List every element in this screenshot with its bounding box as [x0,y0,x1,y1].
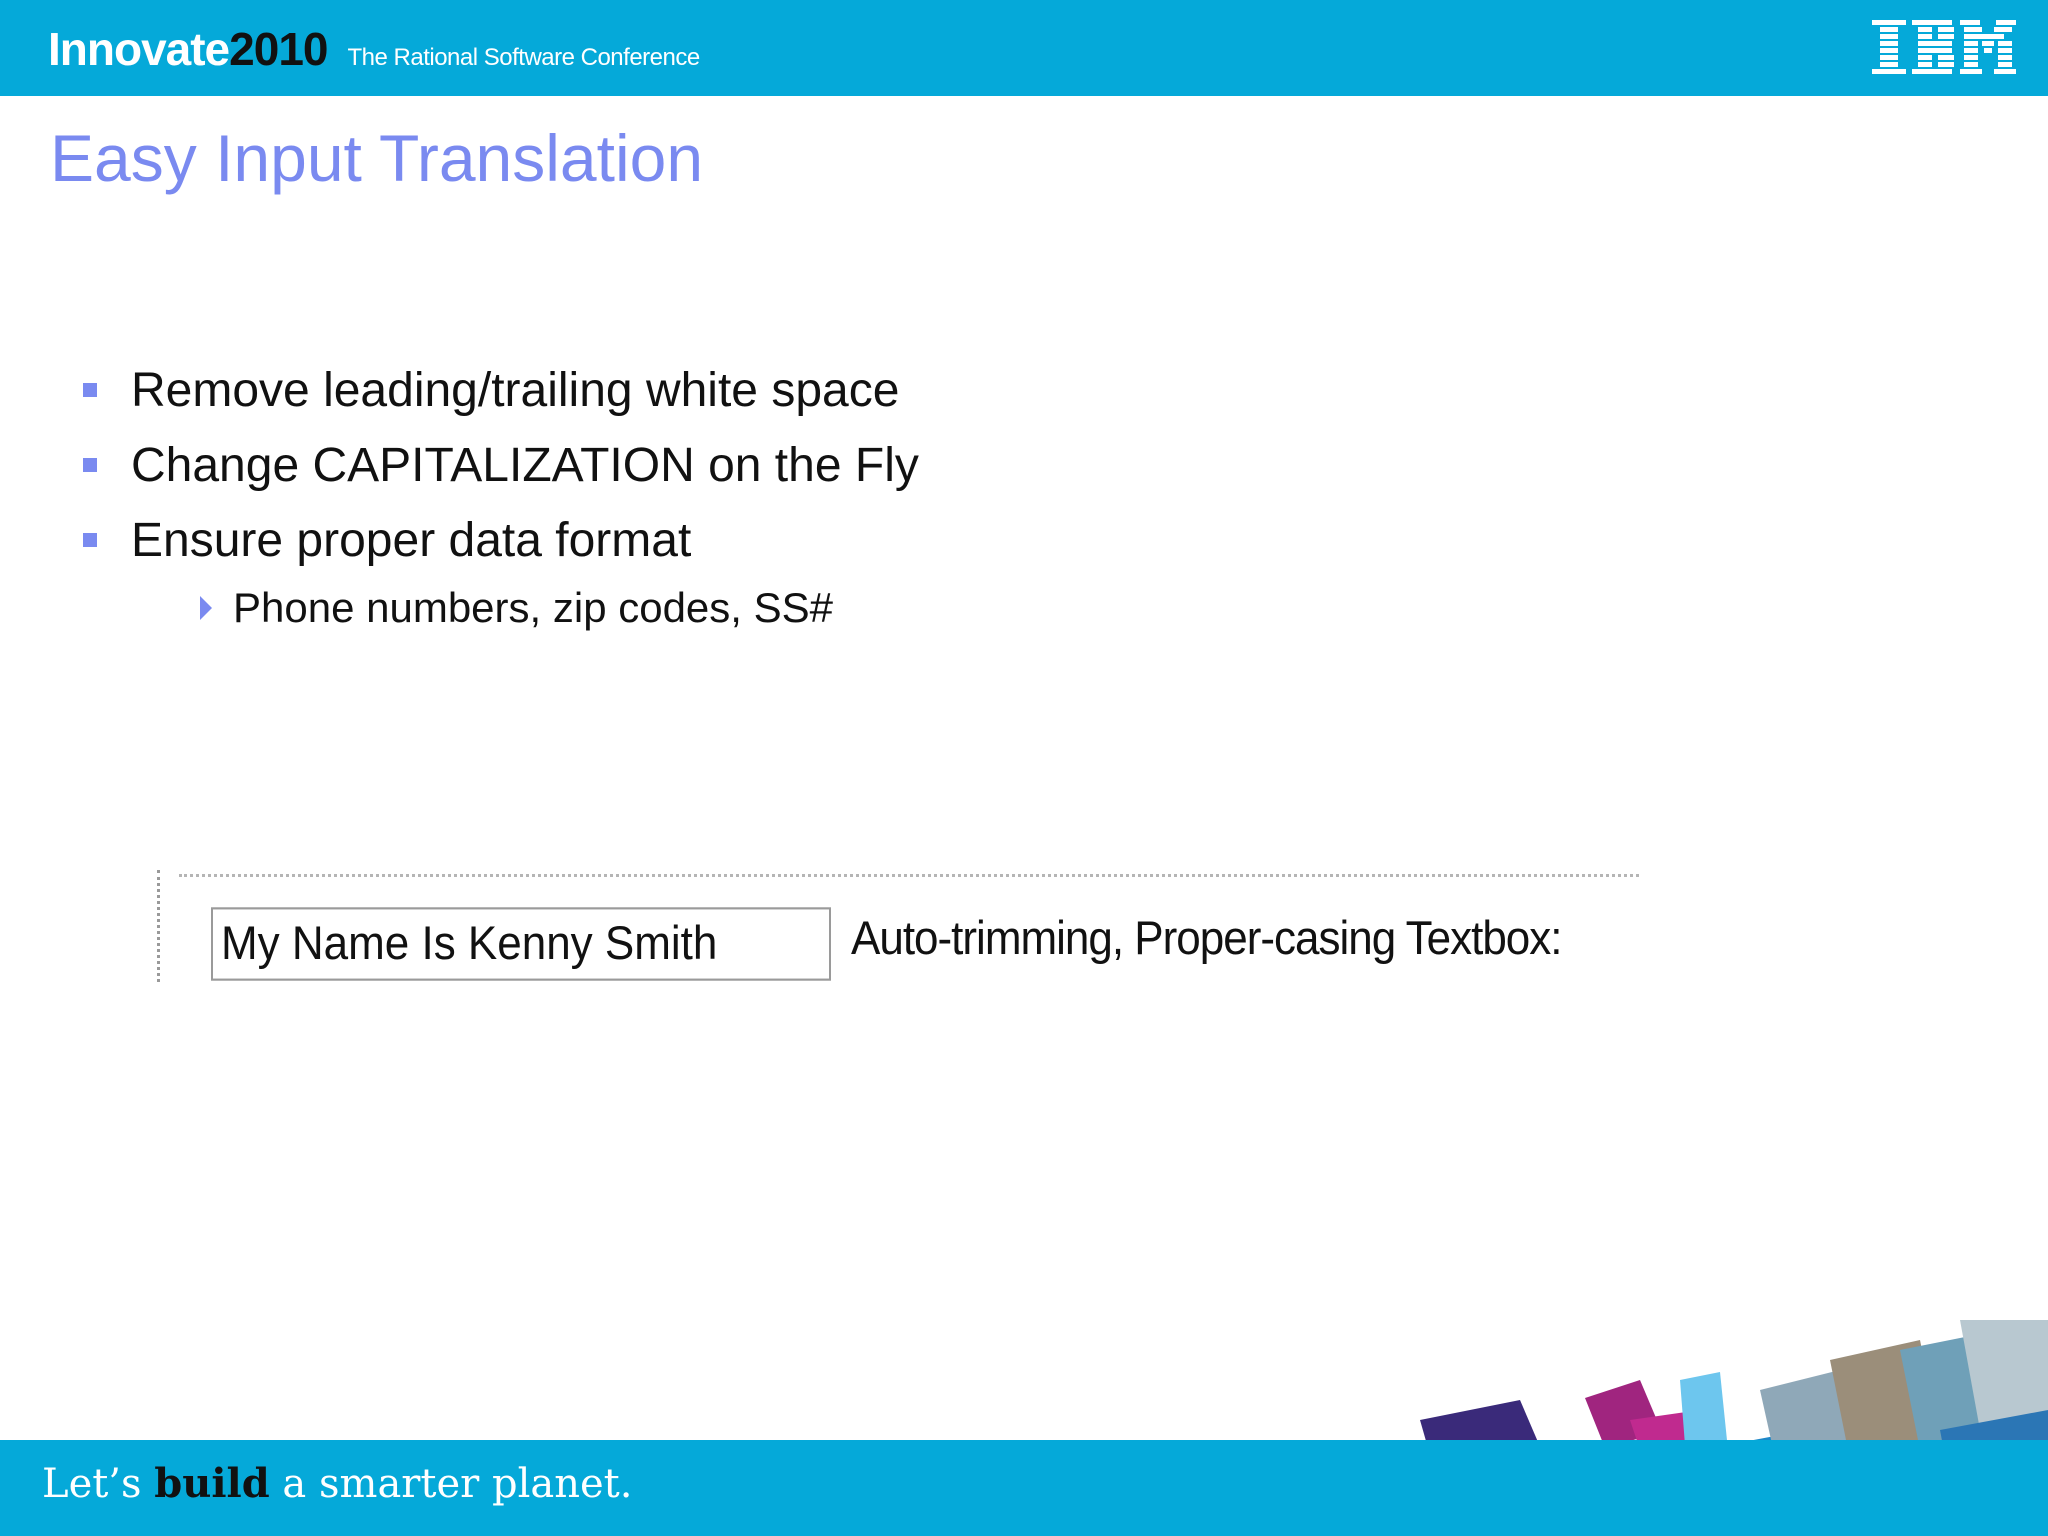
square-bullet-icon [83,533,97,547]
divider [157,870,160,982]
footer-slogan: Let’s build a smarter planet. [42,1460,632,1507]
slogan-part: a smarter planet. [282,1461,633,1507]
square-bullet-icon [83,458,97,472]
bullet-text: Remove leading/trailing white space [131,363,900,417]
slide-title: Easy Input Translation [50,121,704,195]
form-screenshot: Auto-trimming, Proper-casing Textbox: [153,870,1643,985]
square-bullet-icon [83,383,97,397]
brand-year: 2010 [229,23,328,75]
textbox-label: Auto-trimming, Proper-casing Textbox: [851,912,1562,965]
ibm-logo-icon [1872,20,2016,74]
header-bar: Innovate 2010 The Rational Software Conf… [0,0,2048,96]
bullet-text: Ensure proper data format [131,513,692,567]
name-input[interactable] [211,907,831,981]
conference-tagline: The Rational Software Conference [347,44,701,71]
sub-bullet-text: Phone numbers, zip codes, SS# [233,584,834,631]
slogan-bold: build [154,1460,270,1507]
divider [179,874,1639,877]
slogan-part: Let’s [42,1461,142,1507]
brand-innovate: Innovate [48,23,230,75]
triangle-bullet-icon [200,596,212,620]
bullet-text: Change CAPITALIZATION on the Fly [131,438,919,492]
footer-bar: Let’s build a smarter planet. [0,1440,2048,1536]
conference-logo: Innovate 2010 The Rational Software Conf… [48,22,700,82]
